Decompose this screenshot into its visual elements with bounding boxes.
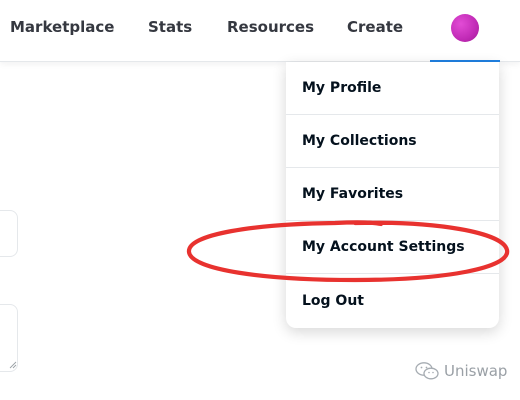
menu-item-label: My Profile xyxy=(302,80,382,96)
nav-resources-link[interactable]: Resources xyxy=(227,18,314,40)
watermark: Uniswap xyxy=(414,360,507,382)
watermark-text: Uniswap xyxy=(444,362,508,380)
top-navbar: Marketplace Stats Resources Create xyxy=(0,0,520,62)
wechat-icon xyxy=(415,362,439,380)
menu-item-my-profile[interactable]: My Profile xyxy=(286,62,499,115)
menu-item-log-out[interactable]: Log Out xyxy=(286,274,499,327)
textarea-resize-grip-icon[interactable] xyxy=(9,361,17,369)
nav-stats-link[interactable]: Stats xyxy=(148,18,192,40)
page: Marketplace Stats Resources Create My Pr… xyxy=(0,0,520,400)
menu-item-label: My Favorites xyxy=(302,186,404,202)
menu-item-label: Log Out xyxy=(302,292,364,309)
menu-item-label: My Collections xyxy=(302,133,417,149)
background-text-field[interactable] xyxy=(0,210,18,257)
nav-create-link[interactable]: Create xyxy=(347,18,403,40)
profile-dropdown-menu: My Profile My Collections My Favorites M… xyxy=(286,62,499,328)
menu-item-my-account-settings[interactable]: My Account Settings xyxy=(286,221,499,274)
menu-item-my-collections[interactable]: My Collections xyxy=(286,115,499,168)
profile-avatar[interactable] xyxy=(451,14,479,42)
menu-item-label: My Account Settings xyxy=(302,239,465,255)
nav-marketplace-link[interactable]: Marketplace xyxy=(10,18,114,40)
menu-item-my-favorites[interactable]: My Favorites xyxy=(286,168,499,221)
